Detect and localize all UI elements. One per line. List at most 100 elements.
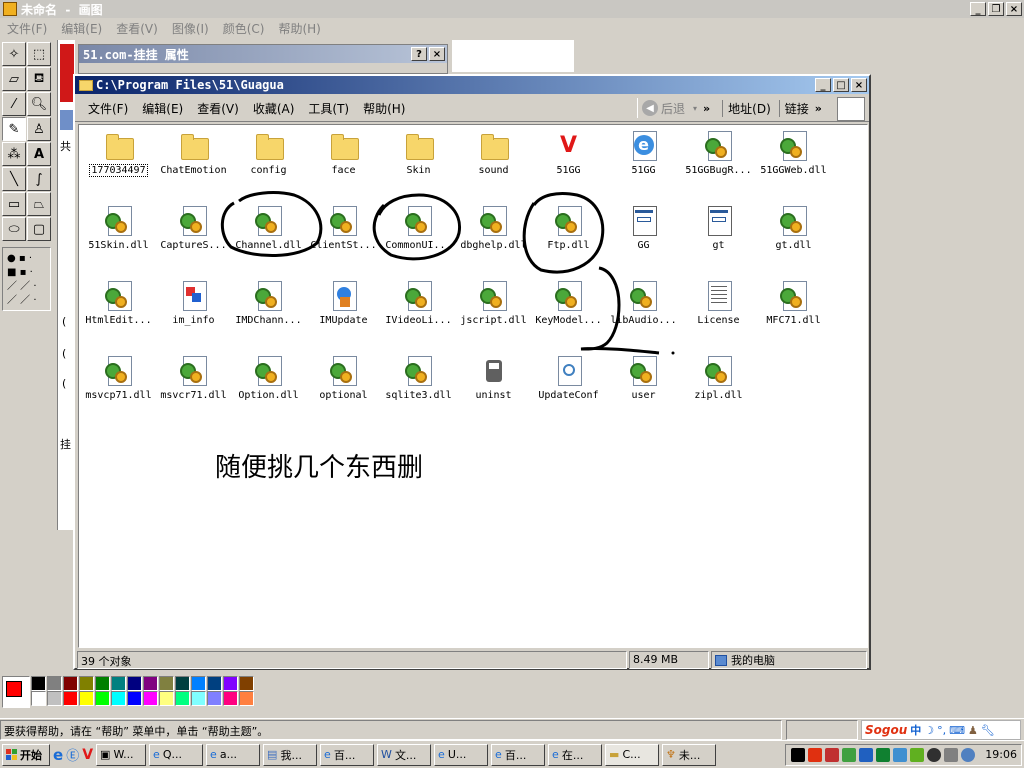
file-item[interactable]: config (231, 131, 306, 176)
airbrush-tool-icon[interactable]: ⁂ (2, 142, 26, 166)
palette-swatch[interactable] (191, 691, 206, 706)
polygon-tool-icon[interactable]: ⏢ (27, 192, 51, 216)
file-item[interactable]: user (606, 356, 681, 401)
qq-tray-icon[interactable] (927, 747, 942, 762)
qq-quicklaunch-icon[interactable]: Ⓔ (66, 745, 79, 764)
explorer-close-button[interactable]: × (851, 78, 867, 92)
file-list-pane[interactable]: 177034497 ChatEmotion config face Skin sound V… (78, 124, 868, 648)
palette-swatch[interactable] (175, 676, 190, 691)
palette-swatch[interactable] (63, 691, 78, 706)
ellipse-tool-icon[interactable]: ⬭ (2, 217, 26, 241)
explorer-menu-view[interactable]: 查看(V) (190, 100, 246, 117)
links-chevron-icon[interactable]: » (815, 102, 822, 115)
file-item[interactable]: 51GGWeb.dll (756, 131, 831, 176)
task-button-4[interactable]: ▤ 我... (263, 743, 318, 766)
restore-button[interactable]: ❐ (988, 2, 1004, 16)
paint-menu-file[interactable]: 文件(F) (0, 20, 54, 37)
file-item[interactable]: msvcp71.dll (81, 356, 156, 401)
task-button-9[interactable]: e 在... (548, 743, 603, 766)
palette-swatch[interactable] (47, 676, 62, 691)
file-item[interactable]: Ftp.dll (531, 206, 606, 251)
safety-tray-icon[interactable] (842, 747, 857, 762)
rectangle-tool-icon[interactable]: ▭ (2, 192, 26, 216)
address-label[interactable]: 地址(D) (722, 99, 771, 117)
task-button-10-active[interactable]: ▬ C... (605, 743, 660, 766)
task-button-7[interactable]: e U... (434, 743, 489, 766)
sogou-tray-icon[interactable] (808, 747, 823, 762)
dialog-help-button[interactable]: ? (411, 47, 427, 61)
guagua-tray-icon[interactable] (791, 747, 806, 762)
dialog-close-button[interactable]: × (429, 47, 445, 61)
back-button-label[interactable]: 后退 (661, 100, 685, 117)
file-item[interactable]: msvcr71.dll (156, 356, 231, 401)
paint-menu-image[interactable]: 图像(I) (165, 20, 216, 37)
palette-swatch[interactable] (127, 676, 142, 691)
task-button-3[interactable]: e a... (206, 743, 261, 766)
file-item[interactable]: libAudio... (606, 281, 681, 326)
ie-quicklaunch-icon[interactable]: e (53, 746, 63, 764)
palette-swatch[interactable] (191, 676, 206, 691)
green-tray-icon[interactable] (876, 747, 891, 762)
palette-swatch[interactable] (111, 691, 126, 706)
current-colors-box[interactable] (2, 676, 30, 708)
monitor-tray-icon[interactable] (859, 747, 874, 762)
palette-swatch[interactable] (159, 676, 174, 691)
pencil-tool-icon[interactable]: ✎ (2, 117, 26, 141)
line-tool-icon[interactable]: ╲ (2, 167, 26, 191)
palette-swatch[interactable] (223, 676, 238, 691)
file-item[interactable]: Channel.dll (231, 206, 306, 251)
file-item[interactable]: 177034497 (81, 131, 156, 179)
file-item[interactable]: GG (606, 206, 681, 251)
file-item[interactable]: face (306, 131, 381, 176)
text-tool-icon[interactable]: A (27, 142, 51, 166)
palette-swatch[interactable] (143, 676, 158, 691)
file-item[interactable]: im_info (156, 281, 231, 326)
file-item[interactable]: CaptureS... (156, 206, 231, 251)
file-item[interactable]: 51GGBugR... (681, 131, 756, 176)
file-item[interactable]: gt.dll (756, 206, 831, 251)
palette-swatch[interactable] (175, 691, 190, 706)
file-item[interactable]: dbghelp.dll (456, 206, 531, 251)
eraser-tool-icon[interactable]: ▱ (2, 67, 26, 91)
back-arrow-icon[interactable]: ◀ (642, 100, 658, 116)
color-picker-tool-icon[interactable]: ⁄ (2, 92, 26, 116)
palette-swatch[interactable] (223, 691, 238, 706)
palette-swatch[interactable] (143, 691, 158, 706)
palette-swatch[interactable] (47, 691, 62, 706)
brush-tool-icon[interactable]: ♙ (27, 117, 51, 141)
palette-swatch[interactable] (95, 676, 110, 691)
palette-swatch[interactable] (207, 691, 222, 706)
palette-swatch[interactable] (63, 676, 78, 691)
file-item[interactable]: KeyModel... (531, 281, 606, 326)
network-tray-icon[interactable] (893, 747, 908, 762)
sogou-ime-bar[interactable]: Sogou 中 ☽ °, ⌨ ♟ 🔧︎ (861, 720, 1021, 740)
task-button-1[interactable]: ▣ W... (96, 743, 147, 766)
task-button-11[interactable]: ♆ 未... (662, 743, 717, 766)
paint-menu-colors[interactable]: 颜色(C) (216, 20, 272, 37)
task-button-6[interactable]: W 文... (377, 743, 432, 766)
palette-swatch[interactable] (207, 676, 222, 691)
file-item[interactable]: Skin (381, 131, 456, 176)
palette-swatch[interactable] (239, 691, 254, 706)
palette-swatch[interactable] (95, 691, 110, 706)
file-item[interactable]: Option.dll (231, 356, 306, 401)
fill-tool-icon[interactable]: ⛾ (27, 67, 51, 91)
file-item[interactable]: jscript.dll (456, 281, 531, 326)
file-item[interactable]: sqlite3.dll (381, 356, 456, 401)
links-label[interactable]: 链接 (778, 99, 809, 117)
rect-select-tool-icon[interactable]: ⬚ (27, 42, 51, 66)
file-item[interactable]: CommonUI... (381, 206, 456, 251)
file-item[interactable]: e 51GG (606, 131, 681, 176)
palette-swatch[interactable] (159, 691, 174, 706)
close-button[interactable]: × (1006, 2, 1022, 16)
file-item[interactable]: ClientSt... (306, 206, 381, 251)
palette-swatch[interactable] (127, 691, 142, 706)
curve-tool-icon[interactable]: ∫ (27, 167, 51, 191)
file-item[interactable]: ChatEmotion (156, 131, 231, 176)
rounded-rect-tool-icon[interactable]: ▢ (27, 217, 51, 241)
file-item[interactable]: gt (681, 206, 756, 251)
field-tray-icon[interactable] (910, 747, 925, 762)
palette-swatch[interactable] (79, 676, 94, 691)
palette-swatch[interactable] (239, 676, 254, 691)
file-item[interactable]: 51Skin.dll (81, 206, 156, 251)
